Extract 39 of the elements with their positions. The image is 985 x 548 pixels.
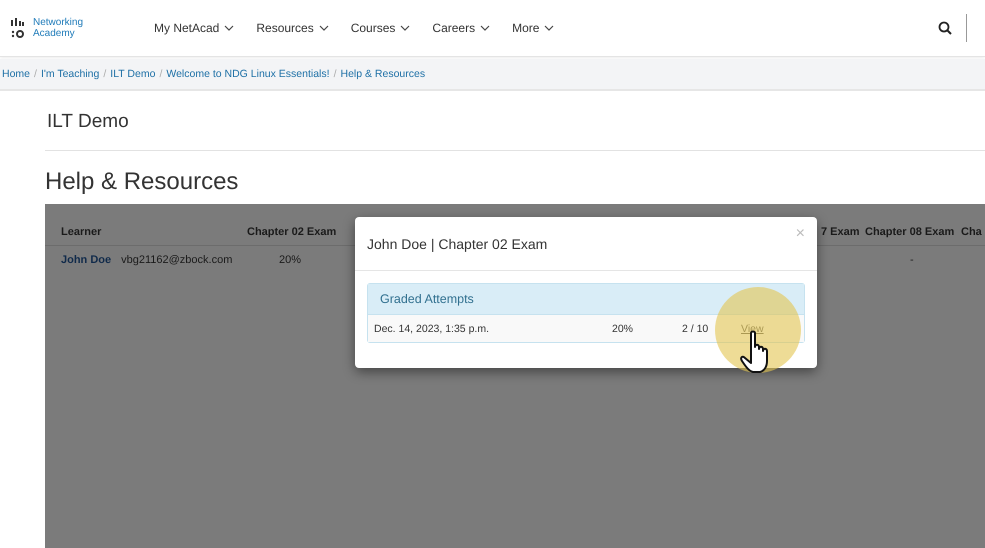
class-title: ILT Demo — [46, 110, 130, 134]
breadcrumb-link[interactable]: Welcome to NDG Linux Essentials! — [166, 68, 330, 80]
learner-link[interactable]: John Doe — [61, 254, 112, 266]
nav-menu-item[interactable]: Resources — [246, 21, 339, 35]
panel-heading: Graded Attempts — [368, 284, 804, 315]
chevron-down-icon — [480, 25, 490, 31]
logo-text: Networking Academy — [33, 17, 84, 39]
table-cell-text: 20% — [278, 254, 302, 266]
breadcrumb-link[interactable]: ILT Demo — [110, 68, 156, 80]
chevron-down-icon — [400, 25, 410, 31]
chevron-down-icon — [544, 25, 554, 31]
table-cell-text: - — [909, 254, 915, 266]
nav-menu-item[interactable]: Careers — [422, 21, 500, 35]
breadcrumb-separator: / — [159, 68, 162, 80]
breadcrumb-separator: / — [103, 68, 106, 80]
logo-icon — [10, 18, 25, 38]
nav-menu-item[interactable]: My NetAcad — [144, 21, 244, 35]
page-title: Help & Resources — [45, 168, 240, 197]
search-icon — [938, 21, 952, 35]
column-header: Cha — [961, 226, 983, 238]
breadcrumb-separator: / — [334, 68, 336, 80]
search-button[interactable] — [938, 21, 952, 35]
nav-menu-item[interactable]: More — [502, 21, 564, 35]
breadcrumb-link[interactable]: Help & Resources — [340, 68, 426, 80]
column-header: Learner — [61, 226, 102, 238]
attempt-points: 2 / 10 — [682, 322, 710, 334]
column-header: 7 Exam — [821, 226, 861, 238]
chevron-down-icon — [224, 25, 234, 31]
breadcrumb-link[interactable]: I'm Teaching — [40, 68, 100, 80]
attempt-score: 20% — [612, 322, 634, 334]
chevron-down-icon — [318, 25, 329, 31]
attempt-date: Dec. 14, 2023, 1:35 p.m. — [374, 322, 490, 334]
column-header: Chapter 02 Exam — [247, 226, 338, 238]
modal-title: John Doe | Chapter 02 Exam — [367, 236, 548, 252]
learner-email: vbg21162@zbock.com — [121, 254, 232, 266]
breadcrumb-separator: / — [34, 68, 37, 80]
breadcrumb-link[interactable]: Home — [2, 68, 30, 80]
column-header: Chapter 08 Exam — [865, 226, 956, 238]
nav-menu-item[interactable]: Courses — [340, 21, 420, 35]
